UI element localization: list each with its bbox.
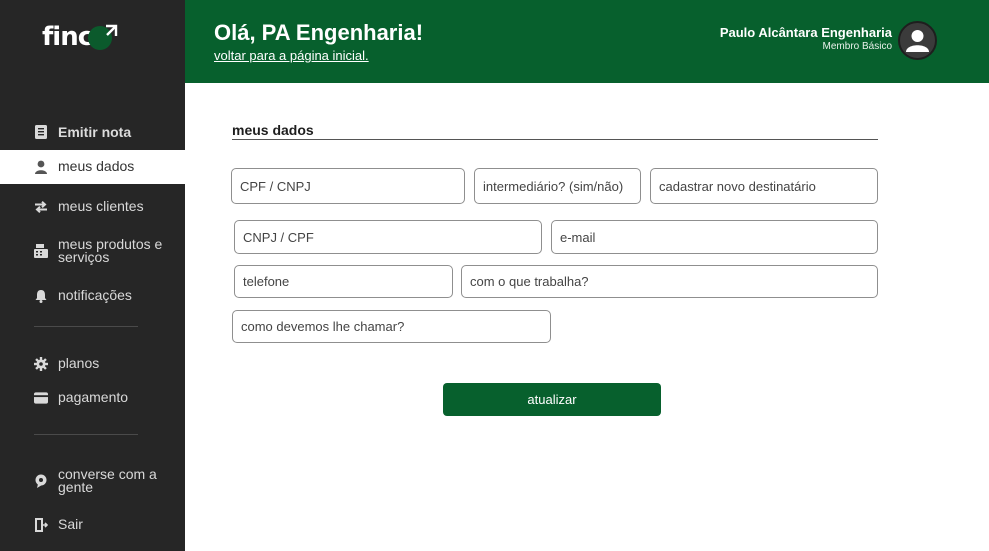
sidebar-item-converse[interactable]: converse com a gente xyxy=(0,464,185,498)
sidebar-item-label: meus produtos e serviços xyxy=(58,236,163,265)
sidebar-divider xyxy=(34,326,138,327)
cpf-cnpj-field[interactable] xyxy=(231,168,465,204)
gear-icon xyxy=(34,357,48,371)
sidebar-item-label: Emitir nota xyxy=(58,124,132,140)
sidebar-item-meus-dados[interactable]: meus dados xyxy=(0,150,185,184)
page-greeting: Olá, PA Engenharia! xyxy=(214,20,424,45)
sidebar-item-label: meus dados xyxy=(58,158,135,174)
trabalho-field[interactable] xyxy=(461,265,878,298)
cash-register-icon xyxy=(34,244,48,258)
sidebar-item-label: converse com a gente xyxy=(58,466,157,495)
telefone-field[interactable] xyxy=(234,265,453,298)
user-role: Membro Básico xyxy=(822,41,892,52)
sidebar-item-label: meus clientes xyxy=(58,198,144,214)
document-icon xyxy=(34,125,48,139)
chat-icon xyxy=(34,474,48,488)
intermediario-field[interactable] xyxy=(474,168,641,204)
app: finc Emitir nota meus dados meus cliente… xyxy=(0,0,989,551)
sidebar-item-pagamento[interactable]: pagamento xyxy=(0,385,185,411)
logo[interactable]: finc xyxy=(42,20,118,54)
sidebar: finc Emitir nota meus dados meus cliente… xyxy=(0,0,185,551)
sidebar-item-label: pagamento xyxy=(58,389,129,405)
email-field[interactable] xyxy=(551,220,878,254)
avatar[interactable] xyxy=(898,21,937,60)
logo-mark xyxy=(88,22,118,52)
sidebar-item-label: notificações xyxy=(58,287,132,303)
sidebar-item-meus-clientes[interactable]: meus clientes xyxy=(0,194,185,220)
sidebar-item-meus-produtos[interactable]: meus produtos e serviços xyxy=(0,234,185,268)
sidebar-item-sair[interactable]: Sair xyxy=(0,512,185,538)
user-avatar-icon xyxy=(906,30,929,52)
logout-icon xyxy=(34,518,48,532)
back-to-home-link[interactable]: voltar para a página inicial. xyxy=(214,48,369,63)
bell-icon xyxy=(34,289,48,303)
sidebar-item-label: Sair xyxy=(58,516,83,532)
user-icon xyxy=(34,160,48,174)
sidebar-item-notificacoes[interactable]: notificações xyxy=(0,283,185,309)
atualizar-button[interactable]: atualizar xyxy=(443,383,661,416)
credit-card-icon xyxy=(34,391,48,405)
apelido-field[interactable] xyxy=(232,310,551,343)
sidebar-item-label: planos xyxy=(58,355,100,371)
cnpj-cpf-field[interactable] xyxy=(234,220,542,254)
arrows-swap-icon xyxy=(34,200,48,214)
top-header: Olá, PA Engenharia! voltar para a página… xyxy=(185,0,989,83)
sidebar-item-planos[interactable]: planos xyxy=(0,351,185,377)
section-title: meus dados xyxy=(232,122,314,138)
sidebar-divider xyxy=(34,434,138,435)
section-divider xyxy=(232,139,878,140)
logo-text: finc xyxy=(42,22,93,52)
novo-destinatario-field[interactable] xyxy=(650,168,878,204)
sidebar-item-emitir-nota[interactable]: Emitir nota xyxy=(0,118,185,146)
user-name: Paulo Alcântara Engenharia xyxy=(719,25,892,40)
